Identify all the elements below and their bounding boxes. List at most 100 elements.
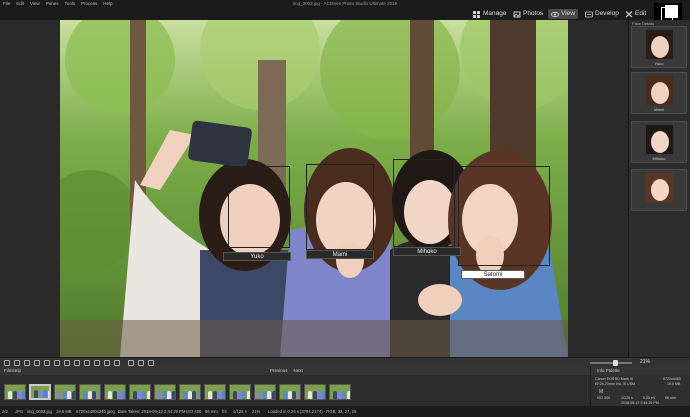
thumbnail-figure — [212, 391, 217, 399]
thumbnail-figure — [317, 391, 321, 399]
thumbnail-figure — [121, 391, 125, 399]
magnify-icon[interactable] — [54, 360, 60, 366]
thumbnail-figure — [217, 391, 221, 399]
crop-icon[interactable] — [84, 360, 90, 366]
mode-photos-label: Photos — [523, 10, 544, 17]
face-label-mami[interactable]: Mami — [306, 250, 374, 259]
filmstrip-thumbnail[interactable] — [129, 384, 151, 400]
thumbnail-figure — [342, 391, 346, 399]
slideshow-icon[interactable] — [114, 360, 120, 366]
label-icon[interactable] — [148, 360, 154, 366]
mode-photos-button[interactable]: Photos — [510, 9, 546, 19]
filmstrip-thumbnail[interactable] — [4, 384, 26, 400]
thumbnail-figure — [262, 391, 267, 399]
filmstrip-thumbnail[interactable] — [204, 384, 226, 400]
mode-manage-button[interactable]: Manage — [470, 9, 510, 19]
thumbnail-figure — [267, 391, 271, 399]
thumbnail-figure — [321, 391, 325, 399]
filmstrip-thumbnail[interactable] — [229, 384, 251, 400]
thumbnail-figure — [312, 391, 317, 399]
mode-develop-label: Develop — [595, 10, 619, 17]
face-box-yuko[interactable] — [228, 166, 290, 248]
info-ev: 0.00 eV — [643, 396, 656, 400]
status-bar: 2/2 JPG img_0002.jpg 19.5 MB 6720x4480x2… — [0, 406, 690, 417]
info-palette-title: Info Palette — [591, 367, 690, 375]
face-card-mihoko[interactable]: Mihoko — [631, 121, 687, 163]
filmstrip-thumbnail[interactable] — [254, 384, 276, 400]
thumbnail-figure — [87, 391, 92, 399]
compare-icon[interactable] — [104, 360, 110, 366]
tag-icon[interactable] — [128, 360, 134, 366]
thumbnail-figure — [137, 391, 142, 399]
fit-icon[interactable] — [64, 360, 70, 366]
filmstrip-thumbnail[interactable] — [104, 384, 126, 400]
face-card-mami[interactable]: Mami — [631, 72, 687, 114]
previous-button[interactable]: Previous — [270, 367, 288, 375]
face-card-name: Mami — [654, 107, 664, 112]
thumbnail-figure — [337, 391, 342, 399]
thumbnail-figure — [296, 391, 300, 399]
rotate-right-icon[interactable] — [44, 360, 50, 366]
mode-view-label: View — [561, 10, 575, 17]
app-window: File Edit View Panes Tools Process Help … — [0, 0, 690, 417]
zoom-tool-icon[interactable] — [4, 360, 10, 366]
rating-icon[interactable] — [138, 360, 144, 366]
thumbnail-figure — [171, 391, 175, 399]
zoom-slider[interactable] — [590, 362, 632, 364]
mode-edit-button[interactable]: Edit — [622, 9, 649, 19]
face-box-mihoko[interactable] — [393, 159, 455, 247]
face-card-yuko[interactable]: Yuko — [631, 26, 687, 68]
status-loaded: Loaded in 0.26 s — [268, 409, 299, 414]
filmstrip-thumbnail[interactable] — [304, 384, 326, 400]
manage-icon — [473, 10, 480, 18]
thumbnail-figure — [21, 391, 25, 399]
thumbnail-figure — [146, 391, 150, 399]
photo[interactable]: Yuko Mami Mihoko Satomi — [60, 20, 568, 357]
mode-develop-button[interactable]: Develop — [582, 9, 622, 19]
filmstrip-header: Filmstrip Previous Next — [0, 367, 590, 375]
next-button[interactable]: Next — [294, 367, 303, 375]
filmstrip-thumbnail[interactable] — [179, 384, 201, 400]
filmstrip-thumbnail[interactable] — [154, 384, 176, 400]
zoom-slider-handle[interactable] — [613, 360, 618, 366]
image-viewer: Yuko Mami Mihoko Satomi — [0, 20, 628, 357]
face-box-mami[interactable] — [306, 164, 374, 250]
face-name-input[interactable]: Satomi — [461, 270, 525, 279]
face-thumb — [646, 125, 673, 154]
thumbnail-figure — [258, 391, 262, 399]
filmstrip-thumbnail[interactable] — [79, 384, 101, 400]
face-label-mihoko[interactable]: Mihoko — [393, 247, 461, 256]
face-detect-icon[interactable] — [94, 360, 100, 366]
filmstrip-thumbnail[interactable] — [279, 384, 301, 400]
rotate-left-icon[interactable] — [34, 360, 40, 366]
thumbnail-figure — [221, 391, 225, 399]
filmstrip-thumbnail[interactable] — [29, 384, 51, 400]
thumbnail-figure — [246, 391, 250, 399]
info-palette: Info Palette Canon EOS 5D Mark IV EF24-7… — [590, 367, 690, 406]
filmstrip-nav: Previous Next — [270, 367, 303, 375]
thumbnail-figure — [287, 391, 292, 399]
thumbnail-figure — [117, 391, 121, 399]
thumbnail-figure — [233, 391, 237, 399]
info-iso: ISO 400 — [597, 396, 611, 400]
face-card-unnamed[interactable] — [631, 169, 687, 211]
filmstrip-thumbnail[interactable] — [329, 384, 351, 400]
actual-size-icon[interactable] — [74, 360, 80, 366]
thumbnail-figure — [196, 391, 200, 399]
face-label-yuko[interactable]: Yuko — [223, 252, 291, 261]
photos-icon — [513, 11, 521, 17]
status-iso: ISO 400 — [186, 409, 202, 414]
status-coords: (3794,2174) - RGB: 32, 27, 25 — [300, 409, 357, 414]
pan-tool-icon[interactable] — [24, 360, 30, 366]
mode-view-button[interactable]: View — [548, 9, 578, 19]
zoom-value[interactable]: 21% — [640, 359, 650, 365]
filmstrip: Filmstrip Previous Next — [0, 367, 590, 406]
status-type: JPG — [15, 409, 24, 414]
face-box-satomi[interactable] — [458, 166, 550, 266]
title-bar: File Edit View Panes Tools Process Help … — [0, 0, 690, 8]
face-thumb — [646, 76, 673, 105]
thumbnail-figure — [346, 391, 350, 399]
thumbnail-figure — [34, 390, 38, 398]
select-tool-icon[interactable] — [14, 360, 20, 366]
filmstrip-thumbnail[interactable] — [54, 384, 76, 400]
